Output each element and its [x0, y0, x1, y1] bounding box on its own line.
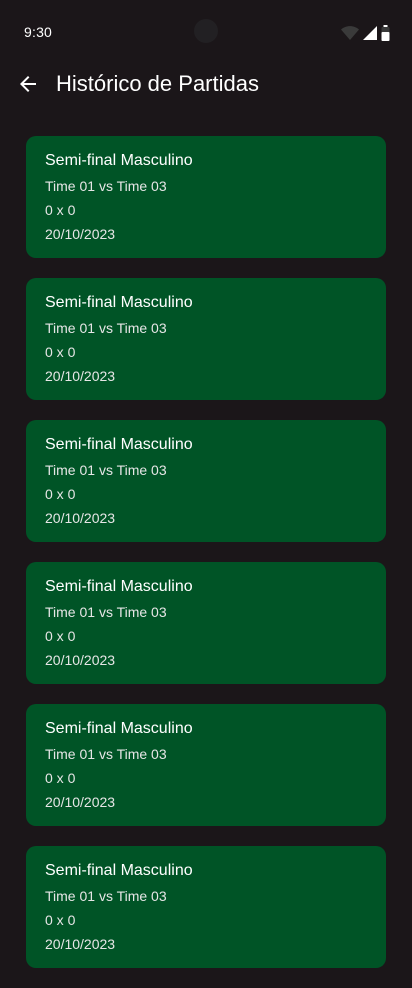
- match-card[interactable]: Semi-final Masculino Time 01 vs Time 03 …: [26, 278, 386, 400]
- match-card[interactable]: Semi-final Masculino Time 01 vs Time 03 …: [26, 136, 386, 258]
- match-teams: Time 01 vs Time 03: [45, 746, 167, 762]
- match-title: Semi-final Masculino: [45, 152, 193, 169]
- wifi-icon: [341, 26, 359, 40]
- match-title: Semi-final Masculino: [45, 436, 193, 453]
- match-teams: Time 01 vs Time 03: [45, 604, 167, 620]
- match-teams: Time 01 vs Time 03: [45, 320, 167, 336]
- match-score: 0 x 0: [45, 770, 76, 786]
- match-date: 20/10/2023: [45, 936, 116, 952]
- match-card[interactable]: Semi-final Masculino Time 01 vs Time 03 …: [26, 846, 386, 968]
- match-date: 20/10/2023: [45, 510, 116, 526]
- match-teams: Time 01 vs Time 03: [45, 178, 167, 194]
- match-score: 0 x 0: [45, 628, 76, 644]
- match-score: 0 x 0: [45, 486, 76, 502]
- match-card[interactable]: Semi-final Masculino Time 01 vs Time 03 …: [26, 420, 386, 542]
- match-teams: Time 01 vs Time 03: [45, 462, 167, 478]
- back-button[interactable]: [16, 72, 40, 96]
- match-teams: Time 01 vs Time 03: [45, 888, 167, 904]
- match-card[interactable]: Semi-final Masculino Time 01 vs Time 03 …: [26, 562, 386, 684]
- match-date: 20/10/2023: [45, 652, 116, 668]
- match-title: Semi-final Masculino: [45, 862, 193, 879]
- status-icons: [341, 25, 390, 41]
- camera-cutout: [194, 19, 218, 43]
- match-score: 0 x 0: [45, 202, 76, 218]
- app-bar: Histórico de Partidas: [0, 64, 412, 104]
- match-title: Semi-final Masculino: [45, 578, 193, 595]
- battery-icon: [381, 25, 390, 41]
- match-score: 0 x 0: [45, 912, 76, 928]
- page-title: Histórico de Partidas: [56, 71, 259, 96]
- match-date: 20/10/2023: [45, 226, 116, 242]
- status-time: 9:30: [24, 24, 53, 40]
- status-bar: 9:30: [0, 0, 412, 64]
- match-date: 20/10/2023: [45, 368, 116, 384]
- arrow-back-icon: [20, 76, 36, 92]
- match-card[interactable]: Semi-final Masculino Time 01 vs Time 03 …: [26, 704, 386, 826]
- cellular-signal-icon: [363, 26, 377, 40]
- match-score: 0 x 0: [45, 344, 76, 360]
- match-title: Semi-final Masculino: [45, 720, 193, 737]
- match-history-list: Semi-final Masculino Time 01 vs Time 03 …: [26, 136, 386, 988]
- match-date: 20/10/2023: [45, 794, 116, 810]
- match-title: Semi-final Masculino: [45, 294, 193, 311]
